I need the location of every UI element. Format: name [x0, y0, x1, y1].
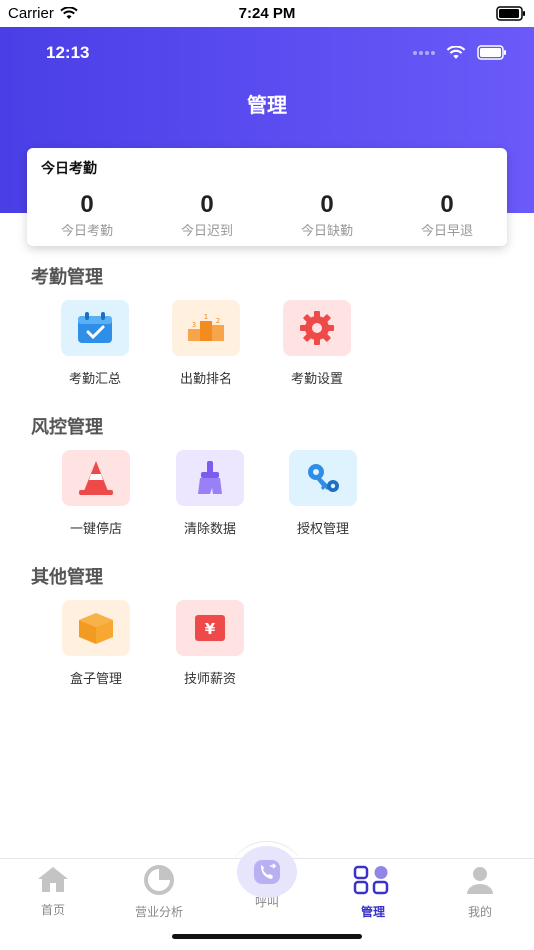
stat-label: 今日早退	[420, 224, 473, 239]
tile-attendance-settings[interactable]: 考勤设置	[262, 300, 372, 387]
stat-label: 今日迟到	[180, 224, 233, 239]
call-button[interactable]	[237, 846, 297, 898]
tile-label: 授权管理	[296, 522, 349, 537]
tile-label: 出勤排名	[179, 372, 232, 387]
tile-icon-bg	[289, 450, 357, 506]
tile-one-click-close-store[interactable]: 一键停店	[41, 450, 151, 537]
tile-icon-bg	[62, 600, 130, 656]
battery-icon	[477, 45, 506, 60]
stat-value: 0	[440, 191, 454, 218]
tile-attendance-summary[interactable]: 考勤汇总	[40, 300, 150, 387]
tile-icon-bg: ¥	[176, 600, 244, 656]
ios-status-bar: Carrier 7:24 PM	[0, 0, 534, 27]
attendance-card[interactable]: 今日考勤 0 今日考勤 0 今日迟到 0 今日缺勤 0 今日早退	[27, 148, 507, 246]
tile-label: 技师薪资	[183, 672, 236, 687]
tab-label: 营业分析	[134, 905, 183, 919]
inner-status-time: 12:13	[46, 43, 90, 62]
tile-icon-bg: 3 1 2	[172, 300, 240, 356]
ios-time: 7:24 PM	[238, 5, 296, 22]
signal-dots-icon	[413, 50, 435, 55]
tab-mine[interactable]: 我的	[435, 865, 525, 920]
stat-label: 今日考勤	[60, 224, 113, 239]
battery-icon	[496, 6, 525, 21]
tile-icon-bg	[62, 450, 130, 506]
tile-box-management[interactable]: 盒子管理	[41, 600, 151, 687]
grid-icon	[353, 865, 389, 895]
tile-icon-bg	[283, 300, 351, 356]
tile-technician-salary[interactable]: ¥ 技师薪资	[155, 600, 265, 687]
pie-chart-icon	[144, 865, 174, 895]
box-icon	[79, 613, 113, 644]
home-icon	[38, 867, 68, 892]
phone-call-icon	[254, 860, 280, 884]
tab-business-analysis[interactable]: 营业分析	[114, 865, 204, 920]
stat-value: 0	[200, 191, 214, 218]
tile-label: 考勤汇总	[68, 372, 121, 387]
svg-text:3: 3	[192, 321, 196, 329]
podium-icon: 3 1 2	[188, 313, 224, 341]
user-icon	[467, 867, 493, 894]
tile-attendance-ranking[interactable]: 3 1 2 出勤排名	[151, 300, 261, 387]
traffic-cone-icon	[79, 461, 113, 495]
tab-label: 首页	[40, 903, 65, 917]
tile-clear-data[interactable]: 清除数据	[155, 450, 265, 537]
svg-text:1: 1	[204, 313, 208, 321]
home-indicator	[172, 934, 362, 939]
svg-text:2: 2	[216, 317, 220, 325]
stat-value: 0	[320, 191, 334, 218]
svg-text:¥: ¥	[205, 620, 216, 638]
attendance-card-title: 今日考勤	[41, 161, 97, 177]
section-title-other: 其他管理	[31, 567, 103, 588]
stat-today-absent[interactable]: 0 今日缺勤	[267, 191, 387, 240]
salary-yen-icon: ¥	[195, 615, 225, 641]
stat-value: 0	[80, 191, 94, 218]
tile-authorization-management[interactable]: 授权管理	[268, 450, 378, 537]
section-title-attendance: 考勤管理	[31, 267, 103, 288]
key-gear-icon	[308, 464, 339, 492]
tile-icon-bg	[176, 450, 244, 506]
page-title: 管理	[247, 93, 287, 117]
tab-home[interactable]: 首页	[8, 865, 98, 918]
tab-management[interactable]: 管理	[328, 865, 418, 920]
gear-icon	[300, 311, 334, 345]
calendar-check-icon	[78, 312, 112, 343]
stat-today-late[interactable]: 0 今日迟到	[147, 191, 267, 240]
tile-label: 一键停店	[69, 522, 122, 537]
tile-label: 盒子管理	[69, 672, 122, 687]
wifi-icon	[446, 45, 466, 59]
broom-icon	[198, 461, 222, 494]
tab-label: 管理	[360, 905, 385, 919]
tile-label: 考勤设置	[290, 372, 343, 387]
tile-icon-bg	[61, 300, 129, 356]
tile-label: 清除数据	[183, 522, 236, 537]
stat-today-early-leave[interactable]: 0 今日早退	[387, 191, 507, 240]
tab-label: 我的	[467, 905, 492, 919]
stat-label: 今日缺勤	[300, 224, 353, 239]
inner-status-icons	[412, 45, 508, 60]
section-title-risk-control: 风控管理	[31, 417, 103, 438]
stat-today-attendance[interactable]: 0 今日考勤	[27, 191, 147, 240]
